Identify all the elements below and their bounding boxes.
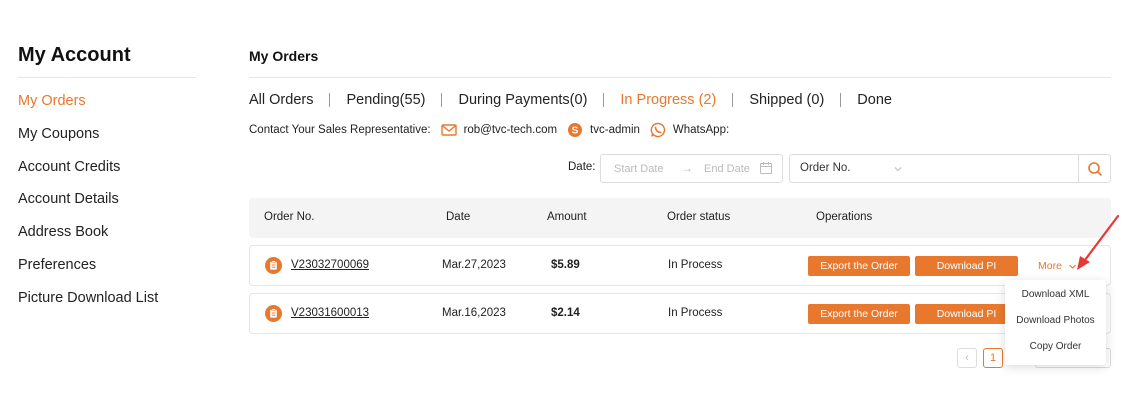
mail-icon <box>440 122 457 138</box>
arrow-right-icon: → <box>681 161 693 175</box>
menu-item-copy-order[interactable]: Copy Order <box>1005 341 1106 352</box>
svg-text:S: S <box>572 126 579 137</box>
page-button-current[interactable]: 1 <box>983 348 1003 368</box>
order-status: In Process <box>668 307 723 319</box>
search-field-select[interactable]: Order No. <box>789 154 913 183</box>
page-title: My Orders <box>249 48 319 64</box>
sidebar-item-my-coupons[interactable]: My Coupons <box>18 125 196 158</box>
skype-icon: S <box>567 122 583 138</box>
table-row: V23031600013 Mar.16,2023 $2.14 In Proces… <box>249 293 1111 334</box>
contact-label: Contact Your Sales Representative: <box>249 124 431 136</box>
contact-whatsapp: WhatsApp: <box>672 124 730 136</box>
tab-during-payments[interactable]: During Payments(0) <box>458 92 587 108</box>
header-order-no: Order No. <box>264 211 315 223</box>
prev-page-button[interactable]: ‹ <box>957 348 977 368</box>
sidebar-item-my-orders[interactable]: My Orders <box>18 92 196 125</box>
order-number-link[interactable]: V23032700069 <box>291 259 369 271</box>
menu-item-download-xml[interactable]: Download XML <box>1005 289 1106 300</box>
order-tabs: All Orders Pending(55) During Payments(0… <box>249 92 892 108</box>
search-input[interactable] <box>912 154 1079 183</box>
export-order-button[interactable]: Export the Order <box>808 256 910 276</box>
whatsapp-icon <box>650 122 666 138</box>
more-label: More <box>1038 260 1062 272</box>
sidebar-item-address-book[interactable]: Address Book <box>18 223 196 256</box>
tab-divider <box>441 93 443 107</box>
tab-all-orders[interactable]: All Orders <box>249 92 313 108</box>
sales-rep-contact: Contact Your Sales Representative: rob@t… <box>249 122 729 138</box>
download-pi-button[interactable]: Download PI <box>915 256 1018 276</box>
end-date-placeholder: End Date <box>704 163 750 175</box>
contact-skype[interactable]: tvc-admin <box>590 124 640 136</box>
sidebar-nav: My Orders My Coupons Account Credits Acc… <box>18 92 196 322</box>
order-date: Mar.16,2023 <box>442 307 506 319</box>
order-clipboard-icon <box>265 305 282 322</box>
tab-in-progress[interactable]: In Progress (2) <box>620 92 716 108</box>
order-filter-bar: Date: Start Date → End Date Order No. <box>249 154 1111 183</box>
order-status: In Process <box>668 259 723 271</box>
sidebar-item-account-credits[interactable]: Account Credits <box>18 158 196 191</box>
order-amount: $2.14 <box>551 307 580 319</box>
sidebar-item-preferences[interactable]: Preferences <box>18 256 196 289</box>
header-amount: Amount <box>547 211 587 223</box>
header-order-status: Order status <box>667 211 731 223</box>
more-dropdown-menu: Download XML Download Photos Copy Order <box>1005 280 1106 365</box>
tab-divider <box>603 93 605 107</box>
date-label: Date: <box>568 161 596 173</box>
tab-divider <box>840 93 842 107</box>
order-number-link[interactable]: V23031600013 <box>291 307 369 319</box>
tab-divider <box>329 93 331 107</box>
order-date: Mar.27,2023 <box>442 259 506 271</box>
download-pi-button[interactable]: Download PI <box>915 304 1018 324</box>
sidebar-title: My Account <box>18 44 196 78</box>
start-date-placeholder: Start Date <box>614 163 664 175</box>
sidebar-item-account-details[interactable]: Account Details <box>18 190 196 223</box>
contact-email[interactable]: rob@tvc-tech.com <box>464 124 557 136</box>
export-order-button[interactable]: Export the Order <box>808 304 910 324</box>
orders-table-header: Order No. Date Amount Order status Opera… <box>249 198 1111 238</box>
search-icon <box>1087 161 1102 176</box>
chevron-down-icon <box>894 167 902 172</box>
tab-done[interactable]: Done <box>857 92 892 108</box>
sidebar-item-picture-download-list[interactable]: Picture Download List <box>18 289 196 322</box>
pagination: ‹ 1 <box>957 348 1009 368</box>
header-date: Date <box>446 211 471 223</box>
tab-divider <box>732 93 734 107</box>
menu-item-download-photos[interactable]: Download Photos <box>1005 315 1106 326</box>
header-operations: Operations <box>816 211 873 223</box>
table-row: V23032700069 Mar.27,2023 $5.89 In Proces… <box>249 245 1111 286</box>
calendar-icon <box>760 162 772 174</box>
tab-shipped[interactable]: Shipped (0) <box>749 92 824 108</box>
tab-pending[interactable]: Pending(55) <box>346 92 425 108</box>
account-sidebar: My Account My Orders My Coupons Account … <box>18 44 196 322</box>
search-field-value: Order No. <box>800 162 851 174</box>
order-amount: $5.89 <box>551 259 580 271</box>
date-range-picker[interactable]: Start Date → End Date <box>600 154 783 183</box>
title-divider <box>249 77 1111 78</box>
annotation-arrow-icon <box>1077 214 1120 270</box>
search-button[interactable] <box>1078 154 1111 183</box>
order-clipboard-icon <box>265 257 282 274</box>
